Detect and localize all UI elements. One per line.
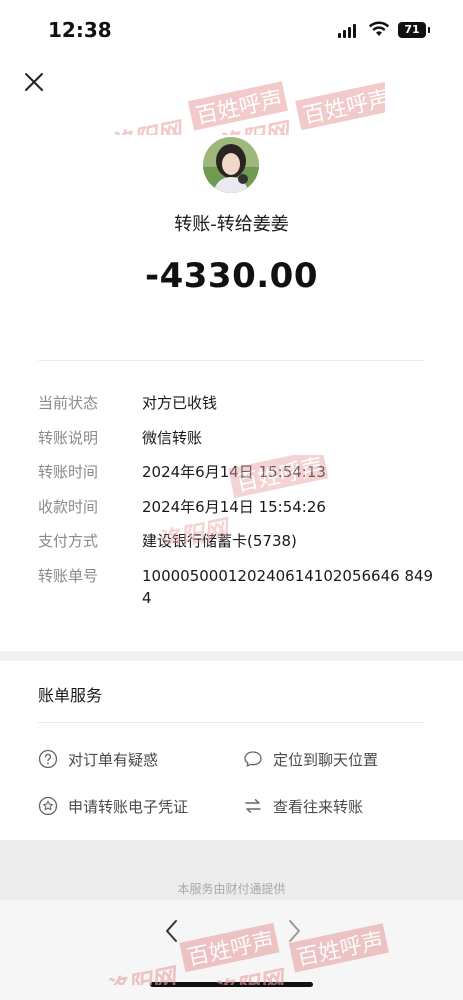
detail-value: 建设银行储蓄卡(5738) (142, 532, 297, 550)
svg-text:洛阳网: 洛阳网 (215, 117, 295, 135)
detail-label: 支付方式 (38, 532, 99, 550)
detail-row-receive-time: 收款时间 2024年6月14日 15:54:26 (38, 496, 438, 531)
footer-provider-text: 本服务由财付通提供 (177, 882, 286, 896)
wifi-icon (369, 21, 389, 36)
close-icon[interactable] (20, 68, 48, 96)
swap-arrows-icon (245, 799, 261, 813)
detail-label: 转账说明 (38, 428, 99, 447)
section-separator (0, 651, 463, 661)
transfer-amount: -4330.00 (145, 256, 318, 296)
services-title: 账单服务 (38, 686, 103, 705)
battery-tip (428, 27, 430, 33)
svg-text:洛阳网: 洛阳网 (107, 116, 187, 135)
service-label: 查看往来转账 (273, 797, 364, 816)
detail-label: 当前状态 (38, 394, 99, 412)
chat-bubble-icon (244, 751, 262, 767)
detail-row-status: 当前状态 对方已收钱 (38, 392, 438, 427)
home-indicator (150, 982, 313, 987)
status-bar: 12:38 71 (0, 0, 463, 60)
chevron-right-icon[interactable] (282, 918, 306, 944)
detail-value: 对方已收钱 (142, 394, 218, 412)
svg-text:百姓呼声: 百姓呼声 (194, 87, 285, 130)
divider (38, 722, 425, 723)
detail-label: 转账时间 (38, 463, 99, 481)
locate-chat-button[interactable]: 定位到聊天位置 (243, 747, 378, 771)
detail-value: 2024年6月14日 15:54:26 (142, 497, 326, 516)
service-label: 对订单有疑惑 (68, 750, 159, 769)
detail-row-order-number: 转账单号 100005000120240614102056646 8494 (38, 565, 438, 609)
status-time: 12:38 (48, 18, 112, 42)
view-transfers-button[interactable]: 查看往来转账 (243, 794, 363, 818)
transfer-title: 转账-转给姜姜 (174, 214, 289, 235)
detail-label: 转账单号 (38, 566, 99, 585)
detail-value: 2024年6月14日 15:54:13 (142, 463, 326, 481)
service-label: 定位到聊天位置 (273, 750, 379, 769)
avatar (203, 137, 259, 193)
svg-text:百姓呼声: 百姓呼声 (301, 87, 385, 130)
detail-row-payment-method: 支付方式 建设银行储蓄卡(5738) (38, 530, 438, 565)
detail-value[interactable]: 100005000120240614102056646 8494 (142, 565, 438, 609)
question-circle-icon (38, 749, 58, 769)
detail-row-transfer-time: 转账时间 2024年6月14日 15:54:13 (38, 461, 438, 496)
detail-label: 收款时间 (38, 497, 99, 516)
detail-value: 微信转账 (142, 428, 203, 447)
divider (38, 360, 425, 361)
transfer-details: 当前状态 对方已收钱 转账说明 微信转账 转账时间 2024年6月14日 15:… (38, 392, 438, 609)
detail-row-note: 转账说明 微信转账 (38, 427, 438, 462)
cellular-signal-icon (338, 24, 358, 38)
chevron-left-icon[interactable] (160, 918, 184, 944)
service-label: 申请转账电子凭证 (68, 797, 189, 816)
order-question-button[interactable]: 对订单有疑惑 (38, 747, 158, 771)
battery-icon: 71 (398, 22, 426, 38)
request-voucher-button[interactable]: 申请转账电子凭证 (38, 794, 188, 818)
star-circle-icon (38, 796, 58, 816)
